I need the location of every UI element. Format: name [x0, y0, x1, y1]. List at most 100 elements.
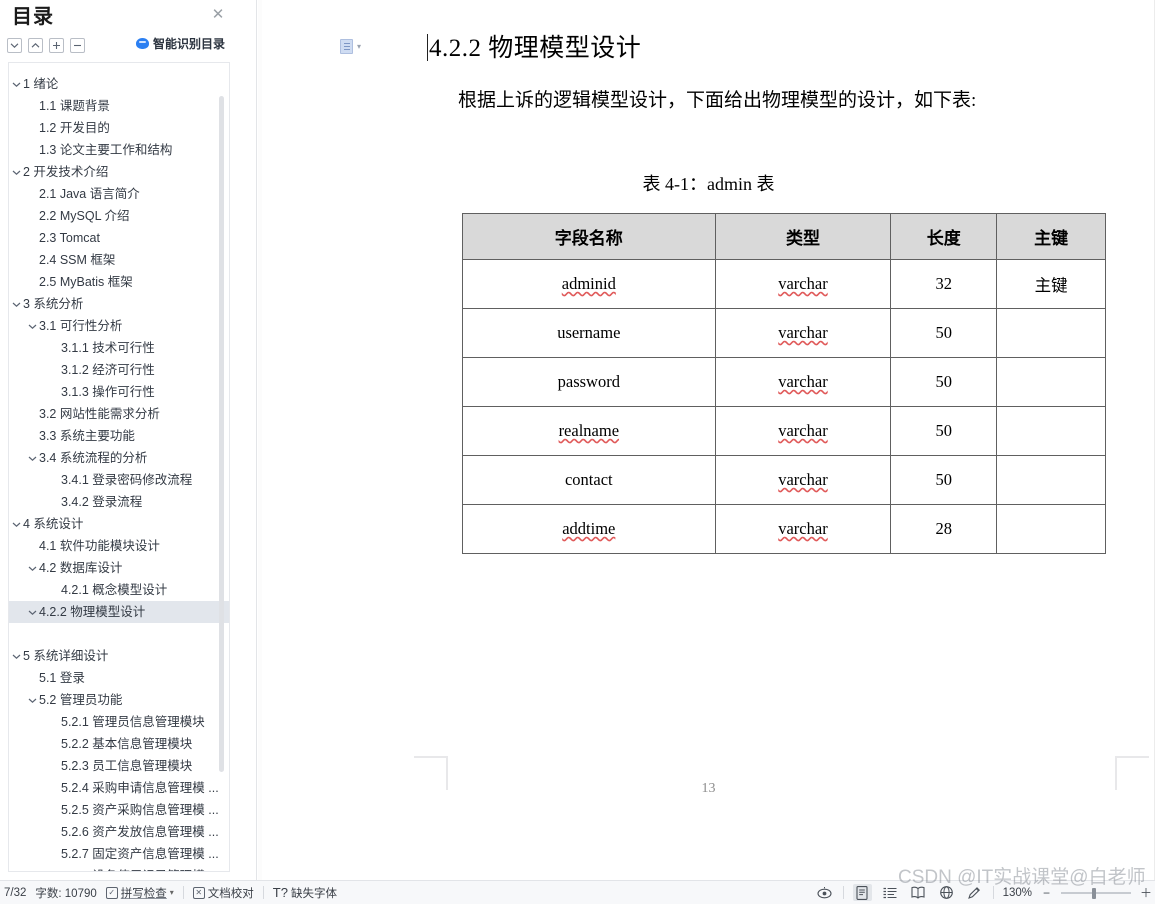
admin-table[interactable]: 字段名称 类型 长度 主键 adminid varchar 32 主键 username var… [462, 213, 1106, 554]
chevron-down-icon[interactable] [9, 161, 23, 183]
paste-options-button[interactable]: ▾ [340, 38, 364, 54]
toc-item[interactable]: 3.3 系统主要功能 [9, 425, 229, 447]
table-row[interactable]: password varchar 50 [462, 357, 1106, 407]
chevron-down-icon[interactable] [25, 601, 39, 623]
toc-item[interactable]: 2.5 MyBatis 框架 [9, 271, 229, 293]
cell-field-name[interactable]: adminid [462, 259, 716, 309]
toc-item[interactable]: 5.2.1 管理员信息管理模块 [9, 711, 229, 733]
toc-item[interactable]: 2.1 Java 语言简介 [9, 183, 229, 205]
page-indicator[interactable]: 7/32 [4, 887, 26, 899]
zoom-slider[interactable] [1061, 887, 1131, 899]
word-count[interactable]: 字数: 10790 [35, 885, 96, 901]
toc-item[interactable]: 4.2.1 概念模型设计 [9, 579, 229, 601]
toc-item[interactable]: 5.2.8 设备使用记录管理模 ... [9, 865, 229, 871]
proofread-button[interactable]: ✕ 文档校对 [192, 885, 254, 901]
toc-item[interactable]: 3.4.2 登录流程 [9, 491, 229, 513]
toc-item[interactable]: 5.2.5 资产采购信息管理模 ... [9, 799, 229, 821]
cell-length[interactable]: 50 [890, 455, 998, 505]
toc-item[interactable]: 3 系统分析 [9, 293, 229, 315]
cell-field-name[interactable]: realname [462, 406, 716, 456]
expand-all-button[interactable] [28, 37, 43, 53]
toc-item[interactable]: 1.3 论文主要工作和结构 [9, 139, 229, 161]
chevron-down-icon[interactable] [25, 689, 39, 711]
table-row[interactable]: adminid varchar 32 主键 [462, 259, 1106, 309]
missing-font-button[interactable]: T? 缺失字体 [273, 885, 337, 901]
cell-field-name[interactable]: contact [462, 455, 716, 505]
zoom-in-button[interactable]: ＋ [1140, 884, 1152, 901]
toc-item[interactable]: 3.4 系统流程的分析 [9, 447, 229, 469]
zoom-slider-handle[interactable] [1092, 887, 1096, 899]
pane-divider[interactable] [256, 0, 257, 880]
cell-length[interactable]: 28 [890, 504, 998, 554]
read-mode-icon[interactable] [815, 884, 834, 901]
chevron-down-icon[interactable] [9, 513, 23, 535]
cell-type[interactable]: varchar [714, 259, 892, 309]
toc-item[interactable]: 3.1 可行性分析 [9, 315, 229, 337]
cell-type[interactable]: varchar [714, 504, 892, 554]
toc-item[interactable]: 4.2.2 物理模型设计 [9, 601, 229, 623]
toc-item[interactable]: 4.1 软件功能模块设计 [9, 535, 229, 557]
toc-item[interactable]: 4.2 数据库设计 [9, 557, 229, 579]
toc-item[interactable]: 2.4 SSM 框架 [9, 249, 229, 271]
cell-field-name[interactable]: addtime [462, 504, 716, 554]
toc-item[interactable]: 2.2 MySQL 介绍 [9, 205, 229, 227]
cell-type[interactable]: varchar [714, 455, 892, 505]
toc-item[interactable]: 1.2 开发目的 [9, 117, 229, 139]
cell-type[interactable]: varchar [714, 308, 892, 358]
toc-item[interactable]: 5.2.6 资产发放信息管理模 ... [9, 821, 229, 843]
decrease-level-button[interactable] [70, 37, 85, 53]
print-layout-view-icon[interactable] [852, 884, 872, 901]
edit-mode-icon[interactable] [965, 884, 984, 901]
cell-length[interactable]: 50 [890, 406, 998, 456]
cell-length[interactable]: 50 [890, 308, 998, 358]
document-paragraph[interactable]: 根据上诉的逻辑模型设计，下面给出物理模型的设计，如下表: [458, 86, 1118, 116]
cell-primary-key[interactable] [996, 357, 1106, 407]
chevron-down-icon[interactable] [25, 557, 39, 579]
cell-length[interactable]: 50 [890, 357, 998, 407]
zoom-level-label[interactable]: 130% [1003, 887, 1032, 899]
document-canvas[interactable]: ▾ 4.2.2 物理模型设计 根据上诉的逻辑模型设计，下面给出物理模型的设计，如… [258, 0, 1155, 880]
toc-item[interactable]: 3.1.1 技术可行性 [9, 337, 229, 359]
toc-item[interactable]: 5 系统详细设计 [9, 645, 229, 667]
toc-item[interactable]: 5.2.2 基本信息管理模块 [9, 733, 229, 755]
toc-item[interactable]: 4 系统设计 [9, 513, 229, 535]
chevron-down-icon[interactable] [9, 73, 23, 95]
toc-item[interactable]: 1 绪论 [9, 73, 229, 95]
smart-toc-recognize-button[interactable]: 智能识别目录 [135, 35, 225, 52]
collapse-all-button[interactable] [7, 37, 22, 53]
toc-item[interactable]: 5.1 登录 [9, 667, 229, 689]
table-row[interactable]: username varchar 50 [462, 308, 1106, 358]
cell-primary-key[interactable] [996, 504, 1106, 554]
toc-item[interactable]: 5.2 管理员功能 [9, 689, 229, 711]
toc-item[interactable]: 1.1 课题背景 [9, 95, 229, 117]
cell-length[interactable]: 32 [890, 259, 998, 309]
close-icon[interactable]: ✕ [209, 6, 227, 24]
toc-scrollbar-thumb[interactable] [219, 96, 224, 772]
table-row[interactable]: realname varchar 50 [462, 406, 1106, 456]
cell-primary-key[interactable] [996, 308, 1106, 358]
cell-field-name[interactable]: username [462, 308, 716, 358]
toc-item[interactable]: 3.1.2 经济可行性 [9, 359, 229, 381]
table-row[interactable]: contact varchar 50 [462, 455, 1106, 505]
toc-item[interactable]: 3.4.1 登录密码修改流程 [9, 469, 229, 491]
chevron-down-icon[interactable] [9, 645, 23, 667]
chevron-down-icon[interactable] [25, 315, 39, 337]
toc-item[interactable]: 2.3 Tomcat [9, 227, 229, 249]
toc-item[interactable]: 3.1.3 操作可行性 [9, 381, 229, 403]
table-row[interactable]: addtime varchar 28 [462, 504, 1106, 554]
outline-view-icon[interactable] [881, 884, 900, 901]
book-view-icon[interactable] [909, 884, 928, 901]
document-heading[interactable]: 4.2.2 物理模型设计 [427, 28, 641, 64]
cell-primary-key[interactable] [996, 455, 1106, 505]
chevron-down-icon[interactable] [9, 293, 23, 315]
toc-item[interactable]: 5.2.7 固定资产信息管理模 ... [9, 843, 229, 865]
toc-item[interactable]: 3.2 网站性能需求分析 [9, 403, 229, 425]
zoom-out-button[interactable]: − [1041, 886, 1052, 900]
web-layout-view-icon[interactable] [937, 884, 956, 901]
cell-type[interactable]: varchar [714, 406, 892, 456]
cell-primary-key[interactable] [996, 406, 1106, 456]
toc-item[interactable]: 5.2.3 员工信息管理模块 [9, 755, 229, 777]
cell-type[interactable]: varchar [714, 357, 892, 407]
spellcheck-button[interactable]: ✓ 拼写检查 ▾ [105, 885, 174, 901]
document-page[interactable]: ▾ 4.2.2 物理模型设计 根据上诉的逻辑模型设计，下面给出物理模型的设计，如… [262, 0, 1155, 880]
